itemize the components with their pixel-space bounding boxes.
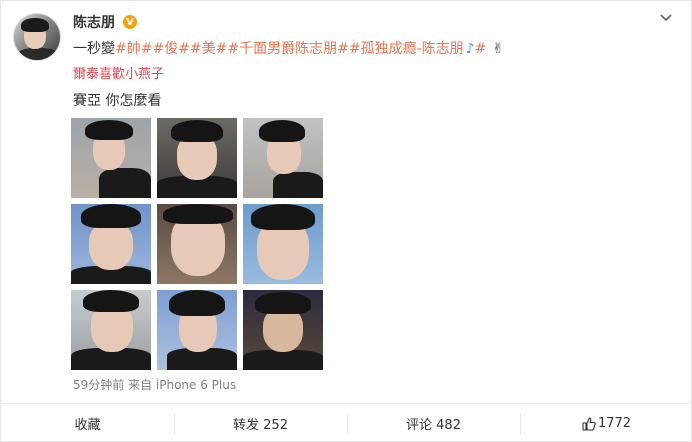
- favorite-label: 收藏: [74, 418, 101, 433]
- post-image-9[interactable]: [243, 290, 323, 370]
- comment-button[interactable]: 评论 482: [347, 404, 520, 442]
- weibo-post-card: 陈志朋 V 一秒 變 #帥##俊##美##千面男爵陈志朋##孤独成瘾-陈志朋 ♪…: [0, 0, 692, 442]
- repost-button[interactable]: 转发 252: [174, 404, 347, 442]
- post-image-2[interactable]: [157, 118, 237, 198]
- post-text: 一秒 變 #帥##俊##美##千面男爵陈志朋##孤独成瘾-陈志朋 ♪ # ✌: [73, 39, 504, 59]
- like-count: 1772: [597, 416, 632, 431]
- repost-label: 转发 252: [233, 418, 288, 433]
- verified-badge-icon[interactable]: V: [123, 15, 137, 29]
- favorite-button[interactable]: 收藏: [1, 404, 174, 442]
- author-row: 陈志朋 V: [73, 12, 137, 32]
- like-button[interactable]: 1772: [520, 404, 692, 442]
- like-icon: [582, 416, 596, 431]
- post-text-prefix: 一秒: [73, 41, 101, 57]
- post-text-line2: 賽亞 你怎麼看: [73, 93, 162, 109]
- username-link[interactable]: 陈志朋: [73, 12, 115, 32]
- post-image-4[interactable]: [71, 204, 151, 284]
- post-text-mid: 變: [101, 41, 115, 57]
- avatar[interactable]: [13, 13, 61, 61]
- image-grid: [71, 118, 323, 370]
- post-image-6[interactable]: [243, 204, 323, 284]
- post-image-8[interactable]: [157, 290, 237, 370]
- red-highlight-text: 爾泰喜歡小燕子: [73, 67, 165, 82]
- post-image-1[interactable]: [71, 118, 151, 198]
- post-image-3[interactable]: [243, 118, 323, 198]
- post-time-source[interactable]: 59分钟前 来自 iPhone 6 Plus: [73, 377, 236, 393]
- hashtag-end[interactable]: #: [475, 39, 487, 59]
- post-image-7[interactable]: [71, 290, 151, 370]
- avatar-hair: [21, 18, 49, 32]
- music-note-icon: ♪: [465, 41, 475, 57]
- avatar-body: [16, 48, 60, 60]
- action-bar: 收藏 转发 252 评论 482 1772: [1, 403, 692, 442]
- chevron-down-icon[interactable]: [659, 11, 673, 25]
- post-image-5[interactable]: [157, 204, 237, 284]
- comment-label: 评论 482: [406, 418, 461, 433]
- victory-hand-icon: ✌: [492, 41, 505, 57]
- hashtag-links[interactable]: #帥##俊##美##千面男爵陈志朋##孤独成瘾-陈志朋: [115, 39, 464, 59]
